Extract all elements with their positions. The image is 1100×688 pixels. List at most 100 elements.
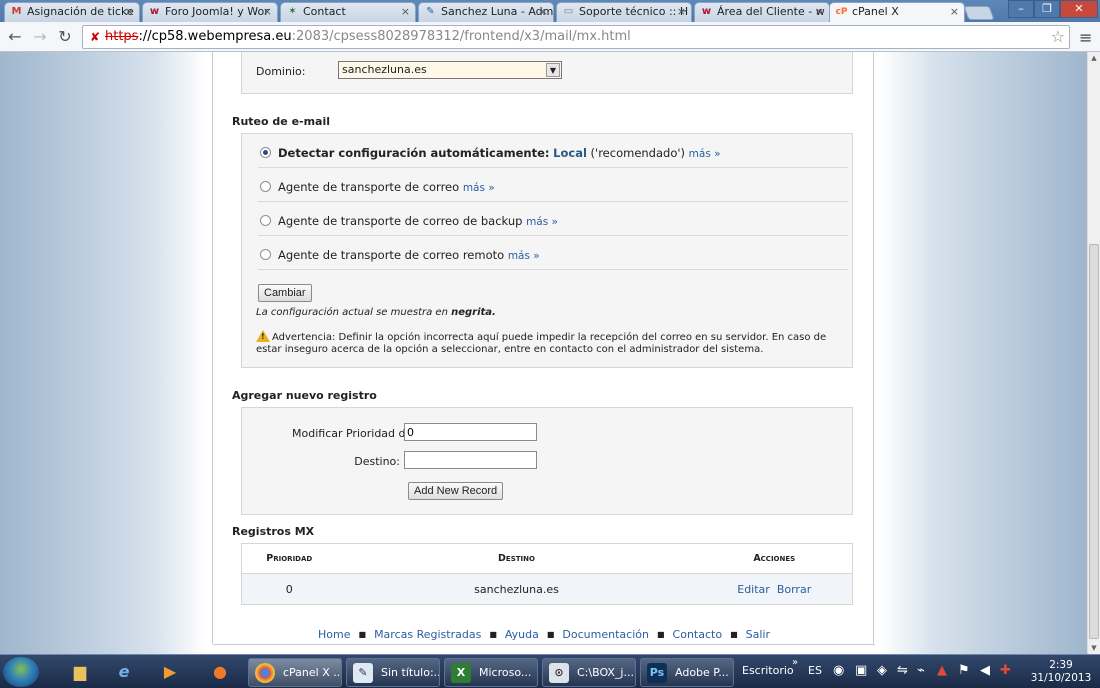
radio-button[interactable]: [260, 147, 271, 158]
browser-tab[interactable]: w Área del Cliente - w ×: [694, 2, 830, 22]
media-player-icon[interactable]: ▶: [150, 658, 190, 686]
bookmark-star-icon[interactable]: ☆: [1051, 27, 1065, 46]
tray-antivirus-icon[interactable]: ✚: [1000, 663, 1011, 688]
toolbar-expand-icon[interactable]: »: [792, 657, 798, 688]
tray-monitor-icon[interactable]: ▣: [855, 663, 867, 688]
address-bar[interactable]: ✘ https://cp58.webempresa.eu:2083/cpsess…: [82, 25, 1070, 49]
radio-button[interactable]: [260, 249, 271, 260]
volume-icon[interactable]: ◀: [980, 663, 990, 688]
close-icon[interactable]: ×: [815, 3, 824, 21]
add-new-record-button[interactable]: Add New Record: [408, 482, 504, 500]
tab-title: Sanchez Luna - Adm: [441, 5, 554, 18]
separator: ■: [489, 630, 497, 639]
tab-title: Foro Joomla! y Wor: [165, 5, 269, 18]
tab-title: Soporte técnico :: H: [579, 5, 689, 18]
routing-option-auto[interactable]: Detectar configuración automáticamente: …: [258, 134, 848, 168]
back-icon[interactable]: ←: [5, 27, 25, 47]
edit-link[interactable]: Editar: [737, 583, 770, 596]
routing-option-backup[interactable]: Agente de transporte de correo de backup…: [258, 202, 848, 236]
close-icon[interactable]: ×: [677, 3, 686, 21]
close-icon[interactable]: ×: [401, 3, 410, 21]
internet-explorer-icon[interactable]: e: [104, 658, 144, 686]
destination-input[interactable]: [404, 451, 537, 469]
more-link[interactable]: más »: [463, 182, 495, 194]
taskbar-button-photoshop[interactable]: Ps Adobe P...: [640, 658, 734, 687]
separator: ■: [730, 630, 738, 639]
footer-link-documentation[interactable]: Documentación: [562, 628, 649, 641]
minimize-button[interactable]: –: [1008, 0, 1034, 18]
chevron-down-icon[interactable]: ▼: [546, 63, 560, 77]
more-link[interactable]: más »: [689, 148, 721, 160]
browser-tab[interactable]: w Foro Joomla! y Wor ×: [142, 2, 278, 22]
browser-tab[interactable]: M Asignación de ticke ×: [4, 2, 140, 22]
separator: ■: [546, 630, 555, 639]
footer-link-contact[interactable]: Contacto: [673, 628, 723, 641]
browser-tab[interactable]: ▭ Soporte técnico :: H ×: [556, 2, 692, 22]
tray-skype-icon[interactable]: ◉: [833, 663, 844, 688]
browser-tab[interactable]: ✎ Sanchez Luna - Adm ×: [418, 2, 554, 22]
chrome-icon: [255, 663, 275, 683]
footer-link-logout[interactable]: Salir: [746, 628, 770, 641]
routing-option-mta[interactable]: Agente de transporte de correo más »: [258, 168, 848, 202]
taskbar-button-label: C:\BOX_j...: [577, 666, 634, 679]
domain-select[interactable]: sanchezluna.es ▼: [338, 61, 562, 79]
system-clock[interactable]: 2:39 31/10/2013: [1028, 659, 1094, 685]
column-header-priority[interactable]: Prioridad: [241, 543, 337, 574]
tray-network-icon[interactable]: ⇋: [897, 663, 908, 688]
routing-option-label: Agente de transporte de correo de backup…: [278, 214, 558, 228]
taskbar-button-explorer[interactable]: ⊙ C:\BOX_j...: [542, 658, 636, 687]
mx-records-table: Prioridad Destino Acciones 0 sanchezluna…: [241, 543, 853, 605]
reload-icon[interactable]: ↻: [55, 27, 75, 47]
explorer-icon[interactable]: ▆: [60, 658, 100, 686]
routing-option-remote[interactable]: Agente de transporte de correo remoto má…: [258, 236, 848, 270]
more-link[interactable]: más »: [508, 250, 540, 262]
domain-panel: Dominio: sanchezluna.es ▼: [241, 52, 853, 94]
vertical-scrollbar[interactable]: ▲ ▼: [1087, 52, 1100, 654]
change-button[interactable]: Cambiar: [258, 284, 312, 302]
separator: ■: [656, 630, 665, 639]
footer-link-trademarks[interactable]: Marcas Registradas: [374, 628, 481, 641]
tray-flag-icon[interactable]: ⚑: [958, 663, 970, 688]
window-close-button[interactable]: ✕: [1060, 0, 1098, 18]
maximize-button[interactable]: ❐: [1034, 0, 1060, 18]
routing-title: Ruteo de e-mail: [232, 115, 331, 128]
forward-icon[interactable]: →: [30, 27, 50, 47]
taskbar-button-notepad[interactable]: ✎ Sin título:...: [346, 658, 440, 687]
webempresa-icon: w: [149, 6, 160, 17]
radio-button[interactable]: [260, 181, 271, 192]
browser-tab[interactable]: ✶ Contact ×: [280, 2, 416, 22]
firefox-icon[interactable]: ●: [200, 658, 240, 686]
taskbar-button-label: Adobe P...: [675, 666, 729, 679]
delete-link[interactable]: Borrar: [777, 583, 811, 596]
url-scheme: https: [105, 29, 139, 44]
column-header-destination[interactable]: Destino: [336, 543, 697, 574]
close-icon[interactable]: ×: [125, 3, 134, 21]
radio-button[interactable]: [260, 215, 271, 226]
new-tab-button[interactable]: [963, 6, 995, 20]
windows-taskbar: ▆ e ▶ ● cPanel X ... ✎ Sin título:... X …: [0, 654, 1100, 688]
tray-adobe-icon[interactable]: ▲: [937, 663, 947, 688]
taskbar-button-excel[interactable]: X Microso...: [444, 658, 538, 687]
broken-lock-icon[interactable]: ✘: [90, 30, 102, 44]
close-icon[interactable]: ×: [539, 3, 548, 21]
scroll-down-arrow-icon[interactable]: ▼: [1088, 642, 1100, 654]
taskbar-button-chrome[interactable]: cPanel X ...: [248, 658, 342, 687]
tray-shield-icon[interactable]: ◈: [877, 663, 887, 688]
tray-usb-icon[interactable]: ⌁: [917, 663, 925, 688]
routing-option-text: Agente de transporte de correo de backup: [278, 214, 523, 228]
scrollbar-thumb[interactable]: [1089, 244, 1099, 639]
desktop-toolbar-label[interactable]: Escritorio: [742, 664, 794, 688]
priority-input[interactable]: [404, 423, 537, 441]
language-indicator[interactable]: ES: [808, 664, 822, 688]
url-text[interactable]: https://cp58.webempresa.eu:2083/cpsess80…: [105, 29, 631, 45]
routing-option-text: Detectar configuración automáticamente:: [278, 146, 550, 160]
browser-tab-active[interactable]: cP cPanel X ×: [829, 2, 965, 22]
footer-link-home[interactable]: Home: [318, 628, 350, 641]
close-icon[interactable]: ×: [263, 3, 272, 21]
browser-menu-icon[interactable]: ≡: [1079, 28, 1092, 47]
more-link[interactable]: más »: [526, 216, 558, 228]
start-button[interactable]: [3, 657, 39, 687]
footer-link-help[interactable]: Ayuda: [505, 628, 539, 641]
scroll-up-arrow-icon[interactable]: ▲: [1088, 52, 1100, 64]
close-icon[interactable]: ×: [950, 3, 959, 21]
